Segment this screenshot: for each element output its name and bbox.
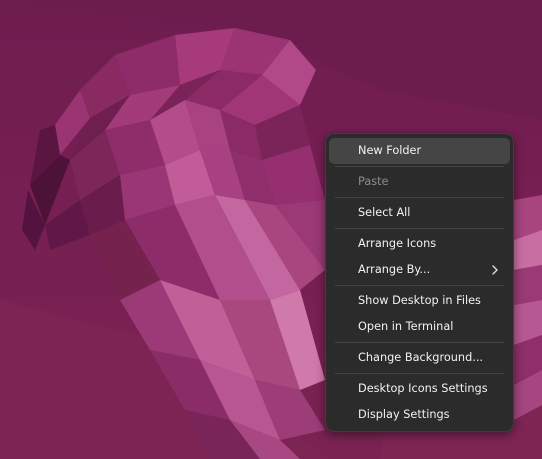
menu-separator	[335, 285, 504, 286]
menu-item-change-background[interactable]: Change Background...	[329, 345, 510, 371]
menu-separator	[335, 342, 504, 343]
menu-item-new-folder[interactable]: New Folder	[329, 138, 510, 164]
desktop[interactable]: New Folder Paste Select All Arrange Icon…	[0, 0, 542, 459]
menu-item-open-in-terminal[interactable]: Open in Terminal	[329, 314, 510, 340]
menu-item-select-all[interactable]: Select All	[329, 200, 510, 226]
menu-item-desktop-icons-settings[interactable]: Desktop Icons Settings	[329, 376, 510, 402]
menu-item-label: Desktop Icons Settings	[358, 382, 488, 395]
menu-item-label: Select All	[358, 206, 411, 219]
menu-item-display-settings[interactable]: Display Settings	[329, 402, 510, 428]
menu-item-arrange-icons[interactable]: Arrange Icons	[329, 231, 510, 257]
chevron-right-icon	[492, 265, 498, 275]
menu-separator	[335, 166, 504, 167]
menu-item-label: Arrange By...	[358, 263, 431, 276]
menu-item-label: Arrange Icons	[358, 237, 437, 250]
menu-item-arrange-by[interactable]: Arrange By...	[329, 257, 510, 283]
menu-separator	[335, 373, 504, 374]
menu-item-label: Open in Terminal	[358, 320, 454, 333]
menu-item-paste[interactable]: Paste	[329, 169, 510, 195]
menu-item-label: Paste	[358, 175, 389, 188]
desktop-context-menu: New Folder Paste Select All Arrange Icon…	[325, 133, 514, 432]
menu-separator	[335, 197, 504, 198]
menu-item-label: New Folder	[358, 144, 422, 157]
menu-separator	[335, 228, 504, 229]
menu-item-label: Display Settings	[358, 408, 450, 421]
menu-item-label: Show Desktop in Files	[358, 294, 481, 307]
menu-item-show-desktop-in-files[interactable]: Show Desktop in Files	[329, 288, 510, 314]
menu-item-label: Change Background...	[358, 351, 484, 364]
